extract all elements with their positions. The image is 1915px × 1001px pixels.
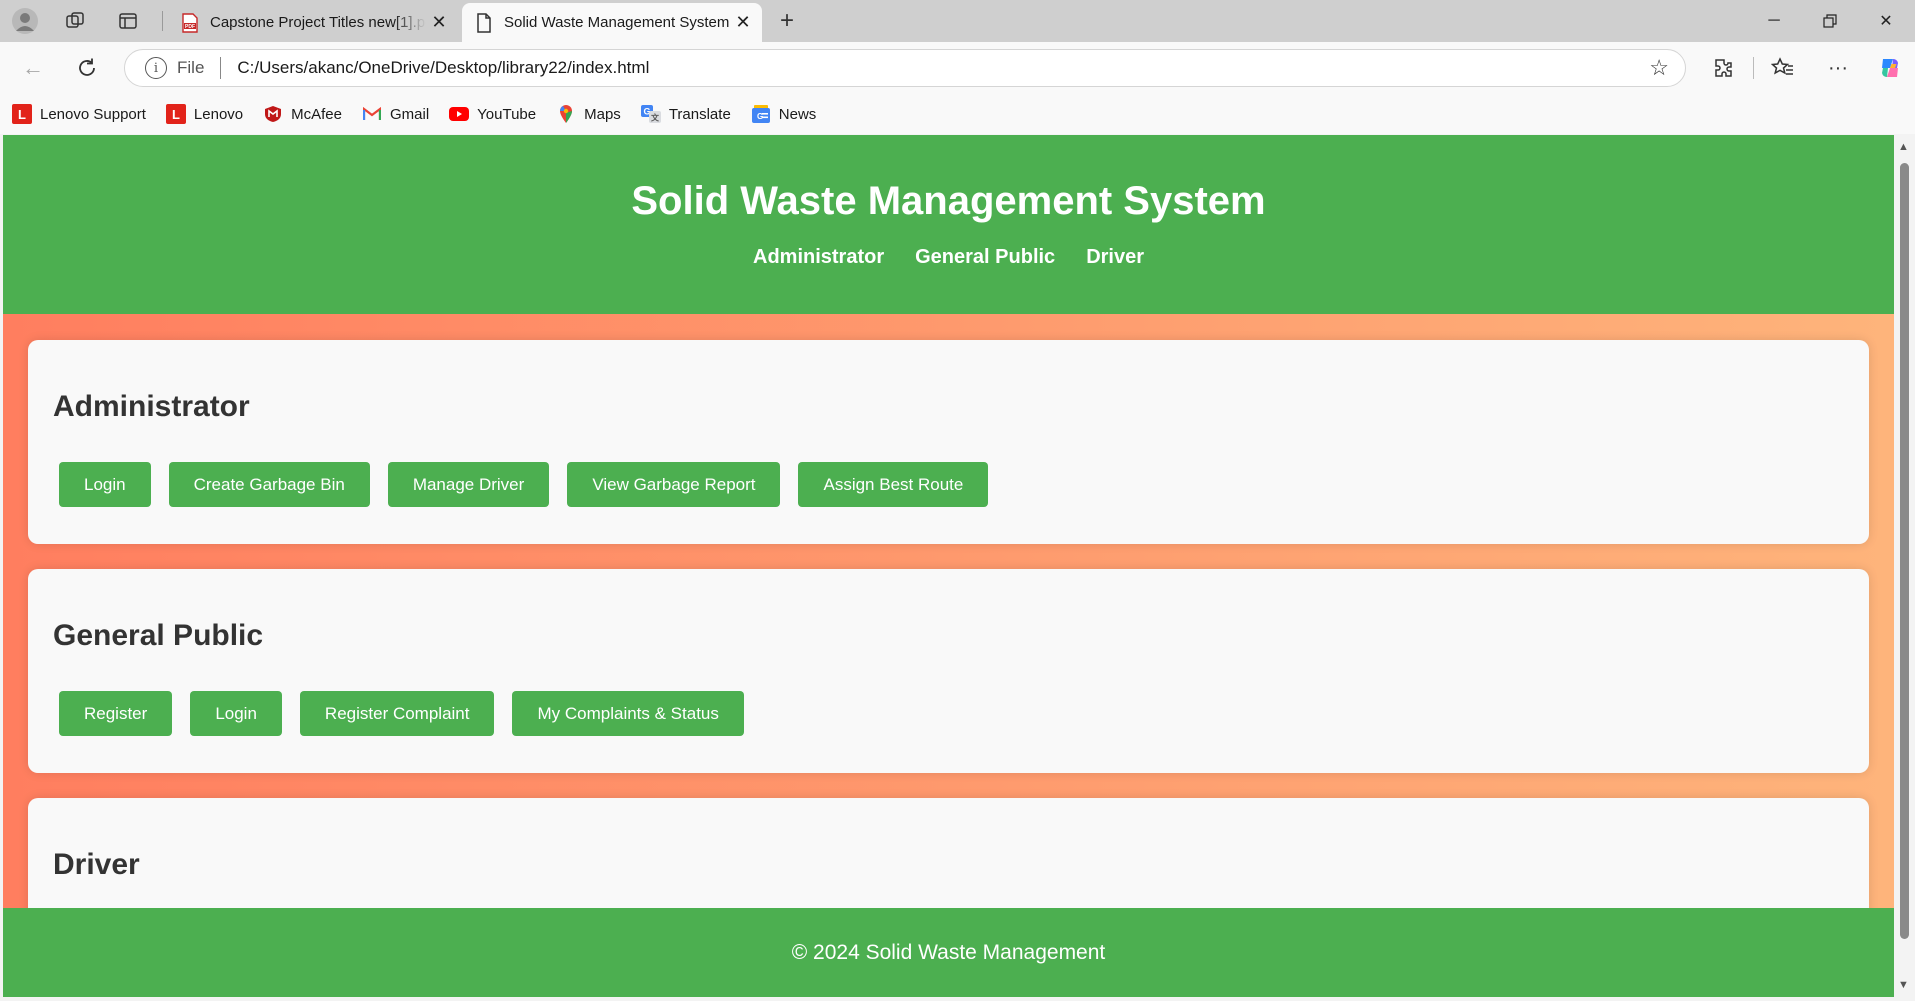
scroll-up-icon[interactable]: ▲ — [1898, 141, 1909, 153]
workspaces-icon[interactable] — [60, 7, 90, 35]
create-garbage-bin-button[interactable]: Create Garbage Bin — [168, 462, 370, 507]
nav-administrator[interactable]: Administrator — [753, 246, 884, 269]
tab-strip: PDF Capstone Project Titles new[1].pdf ✕… — [0, 0, 1915, 42]
tab-separator — [162, 11, 163, 31]
url-text[interactable]: C:/Users/akanc/OneDrive/Desktop/library2… — [237, 58, 1649, 78]
tab-actions-icon[interactable] — [113, 7, 143, 35]
register-button[interactable]: Register — [59, 691, 173, 736]
bookmark-label: Lenovo Support — [40, 105, 146, 123]
nav-general-public[interactable]: General Public — [915, 246, 1055, 269]
bookmark-label: Lenovo — [193, 105, 244, 123]
tab-title: Capstone Project Titles new[1].pdf — [210, 14, 426, 31]
tab-solid-waste[interactable]: Solid Waste Management System ✕ — [462, 3, 762, 42]
site-header: Solid Waste Management System Administra… — [3, 135, 1894, 314]
section-heading: General Public — [53, 619, 264, 652]
section-administrator: Administrator Login Create Garbage Bin M… — [28, 340, 1869, 544]
bookmark-lenovo-support[interactable]: L Lenovo Support — [12, 104, 146, 124]
nav-driver[interactable]: Driver — [1086, 246, 1144, 269]
restore-icon[interactable] — [1802, 0, 1858, 42]
scrollbar-thumb[interactable] — [1900, 163, 1909, 939]
bookmark-label: Gmail — [390, 105, 430, 123]
view-garbage-report-button[interactable]: View Garbage Report — [567, 462, 781, 507]
close-tab-icon[interactable]: ✕ — [730, 12, 756, 33]
bookmark-lenovo[interactable]: L Lenovo — [165, 104, 244, 124]
bookmark-label: Translate — [668, 105, 731, 123]
assign-best-route-button[interactable]: Assign Best Route — [798, 462, 989, 507]
more-options-icon[interactable]: ··· — [1821, 52, 1855, 84]
scroll-down-icon[interactable]: ▼ — [1898, 979, 1909, 991]
extensions-icon[interactable] — [1706, 52, 1740, 84]
page-icon — [474, 12, 494, 33]
page-viewport: Solid Waste Management System Administra… — [3, 135, 1894, 997]
url-divider — [220, 57, 222, 79]
address-bar[interactable]: i File C:/Users/akanc/OneDrive/Desktop/l… — [124, 49, 1686, 87]
browser-toolbar: ← i File C:/Users/akanc/OneDrive/Desktop… — [0, 42, 1915, 94]
page-title: Solid Waste Management System — [631, 179, 1266, 223]
register-complaint-button[interactable]: Register Complaint — [299, 691, 495, 736]
toolbar-divider — [1753, 57, 1754, 79]
bookmark-label: McAfee — [291, 105, 342, 123]
news-icon: G — [751, 104, 771, 124]
pdf-icon: PDF — [180, 12, 200, 33]
section-heading: Administrator — [53, 390, 250, 423]
lenovo-icon: L — [12, 104, 32, 124]
button-row: Register Login Register Complaint My Com… — [59, 691, 744, 736]
url-scheme: File — [177, 58, 205, 77]
lenovo-icon: L — [165, 104, 186, 124]
vertical-scrollbar[interactable]: ▲ ▼ — [1894, 135, 1915, 1001]
tab-title: Solid Waste Management System — [504, 14, 730, 31]
button-row: Login Create Garbage Bin Manage Driver V… — [59, 462, 989, 507]
new-tab-icon[interactable]: + — [772, 7, 802, 35]
public-login-button[interactable]: Login — [190, 691, 282, 736]
mcafee-icon — [263, 104, 283, 124]
copilot-icon[interactable] — [1873, 52, 1907, 84]
bookmark-maps[interactable]: Maps — [556, 104, 621, 124]
youtube-icon — [449, 104, 470, 124]
maps-icon — [556, 104, 576, 124]
back-icon[interactable]: ← — [16, 52, 50, 84]
bookmark-gmail[interactable]: Gmail — [362, 104, 429, 124]
section-heading: Driver — [53, 848, 140, 881]
bookmark-mcafee[interactable]: McAfee — [263, 104, 342, 124]
site-footer: © 2024 Solid Waste Management — [3, 908, 1894, 997]
bookmark-label: Maps — [584, 105, 621, 123]
bookmark-label: News — [778, 105, 817, 123]
admin-login-button[interactable]: Login — [59, 462, 151, 507]
my-complaints-status-button[interactable]: My Complaints & Status — [512, 691, 744, 736]
bookmark-news[interactable]: G News — [751, 104, 817, 124]
section-general-public: General Public Register Login Register C… — [28, 569, 1869, 773]
footer-text: © 2024 Solid Waste Management — [791, 941, 1106, 964]
bookmark-label: YouTube — [477, 105, 537, 123]
tab-capstone-pdf[interactable]: PDF Capstone Project Titles new[1].pdf ✕ — [168, 3, 458, 42]
favorites-icon[interactable] — [1766, 52, 1800, 84]
bookmark-translate[interactable]: G文 Translate — [640, 104, 731, 124]
profile-icon[interactable] — [10, 7, 40, 35]
svg-text:文: 文 — [651, 113, 660, 123]
close-window-icon[interactable]: ✕ — [1858, 0, 1914, 42]
svg-text:PDF: PDF — [185, 24, 195, 30]
site-nav: Administrator General Public Driver — [3, 246, 1894, 269]
manage-driver-button[interactable]: Manage Driver — [387, 462, 550, 507]
close-tab-icon[interactable]: ✕ — [426, 12, 452, 33]
gmail-icon — [362, 104, 382, 124]
favorite-star-icon[interactable]: ☆ — [1649, 55, 1669, 81]
minimize-icon[interactable]: ─ — [1746, 0, 1802, 42]
refresh-icon[interactable] — [70, 52, 104, 84]
bookmarks-bar: L Lenovo Support L Lenovo McAfee Gmail Y… — [0, 94, 1915, 134]
site-info-icon[interactable]: i — [145, 57, 167, 79]
bookmark-youtube[interactable]: YouTube — [449, 104, 536, 124]
translate-icon: G文 — [640, 104, 661, 124]
